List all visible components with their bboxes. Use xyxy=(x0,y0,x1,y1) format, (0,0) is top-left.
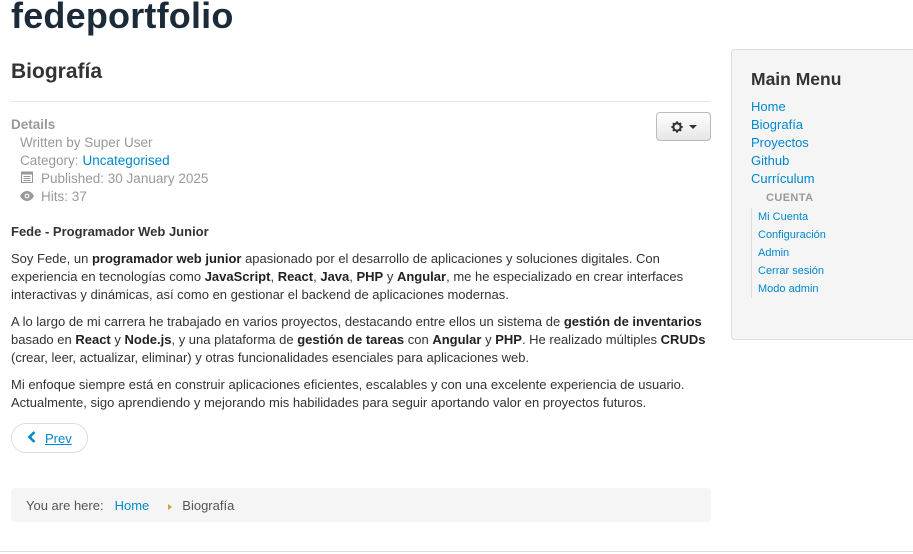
site-title[interactable]: fedeportfolio xyxy=(11,0,234,40)
bold-text: CRUDs xyxy=(660,332,706,347)
bold-text: Java xyxy=(320,269,350,284)
calendar-icon xyxy=(20,170,34,188)
sidebar-title: Main Menu xyxy=(751,69,842,89)
chevron-left-icon xyxy=(27,430,37,447)
sidebar-main-menu: Main Menu Home Biografía Proyectos Githu… xyxy=(731,49,913,340)
menu-item-curriculum[interactable]: Currículum xyxy=(751,170,911,188)
bold-text: React xyxy=(277,269,314,284)
author-text: Written by Super User xyxy=(20,135,153,150)
text-run: , xyxy=(270,269,278,284)
bold-text: gestión de tareas xyxy=(297,332,405,347)
page-title: Biografía xyxy=(11,55,711,102)
breadcrumb-current: Biografía xyxy=(182,497,235,513)
paragraph-2: A lo largo de mi carrera he trabajado en… xyxy=(11,313,711,367)
breadcrumb-prefix: You are here: xyxy=(26,497,104,513)
paragraph-1: Soy Fede, un programador web junior apas… xyxy=(11,250,711,304)
published-date: Published: 30 January 2025 xyxy=(11,170,711,188)
details-label: Details xyxy=(11,117,56,132)
footer-divider xyxy=(0,551,913,552)
category-prefix: Category: xyxy=(20,153,79,168)
author: Written by Super User xyxy=(11,134,711,152)
menu-item-github[interactable]: Github xyxy=(751,152,911,170)
text-run: y xyxy=(110,332,125,347)
text-run: . He realizado múltiples xyxy=(521,332,661,347)
menu-item-biografia[interactable]: Biografía xyxy=(751,116,911,134)
breadcrumb-home-link[interactable]: Home xyxy=(115,498,150,513)
text-run: A lo largo de mi carrera he trabajado en… xyxy=(11,314,564,329)
bold-text: gestión de inventarios xyxy=(563,314,702,329)
main-content: Biografía Details Written by Super User … xyxy=(11,55,711,453)
text-run: , xyxy=(349,269,357,284)
menu-item-proyectos[interactable]: Proyectos xyxy=(751,134,911,152)
article-body: Fede - Programador Web Junior Soy Fede, … xyxy=(11,223,711,412)
breadcrumb: You are here: Home Biografía xyxy=(11,488,711,522)
text-run: , y una plataforma de xyxy=(171,332,298,347)
published-text: Published: 30 January 2025 xyxy=(41,171,209,186)
bold-text: PHP xyxy=(356,269,384,284)
text-run: y xyxy=(383,269,397,284)
submenu-cuenta: Mi Cuenta Configuración Admin Cerrar ses… xyxy=(751,208,911,298)
bold-text: Angular xyxy=(396,269,447,284)
article-details: Details Written by Super User Category: … xyxy=(11,112,711,206)
submenu-item-modo-admin[interactable]: Modo admin xyxy=(758,280,911,298)
bold-text: Node.js xyxy=(124,332,172,347)
text-run: Soy Fede, un xyxy=(11,251,92,266)
eye-icon xyxy=(20,188,34,206)
text-run: basado en xyxy=(11,332,76,347)
prev-label: Prev xyxy=(45,430,72,446)
menu-item-home[interactable]: Home xyxy=(751,98,911,116)
gear-icon xyxy=(671,120,683,133)
hits: Hits: 37 xyxy=(11,188,711,206)
bold-text: JavaScript xyxy=(204,269,271,284)
article-heading: Fede - Programador Web Junior xyxy=(11,224,209,239)
submenu-header: CUENTA xyxy=(766,192,814,204)
hits-text: Hits: 37 xyxy=(41,189,87,204)
submenu-item-configuracion[interactable]: Configuración xyxy=(758,226,911,244)
prev-button[interactable]: Prev xyxy=(11,423,88,453)
category-link[interactable]: Uncategorised xyxy=(83,152,170,170)
submenu-item-mi-cuenta[interactable]: Mi Cuenta xyxy=(758,208,911,226)
article-tools-button[interactable] xyxy=(656,112,711,141)
bold-text: PHP xyxy=(495,332,522,347)
text-run: y xyxy=(481,332,496,347)
bold-text: React xyxy=(75,332,111,347)
breadcrumb-arrow-icon xyxy=(168,503,173,510)
submenu-item-cerrar-sesion[interactable]: Cerrar sesión xyxy=(758,262,911,280)
submenu-item-admin[interactable]: Admin xyxy=(758,244,911,262)
paragraph-3: Mi enfoque siempre está en construir apl… xyxy=(11,377,685,410)
text-run: (crear, leer, actualizar, eliminar) y ot… xyxy=(11,350,530,365)
text-run: con xyxy=(404,332,433,347)
bold-text: programador web junior xyxy=(91,251,242,266)
caret-down-icon xyxy=(689,124,697,129)
bold-text: Angular xyxy=(432,332,482,347)
category: Category: Uncategorised xyxy=(11,152,711,170)
pagination: Prev xyxy=(11,423,711,453)
